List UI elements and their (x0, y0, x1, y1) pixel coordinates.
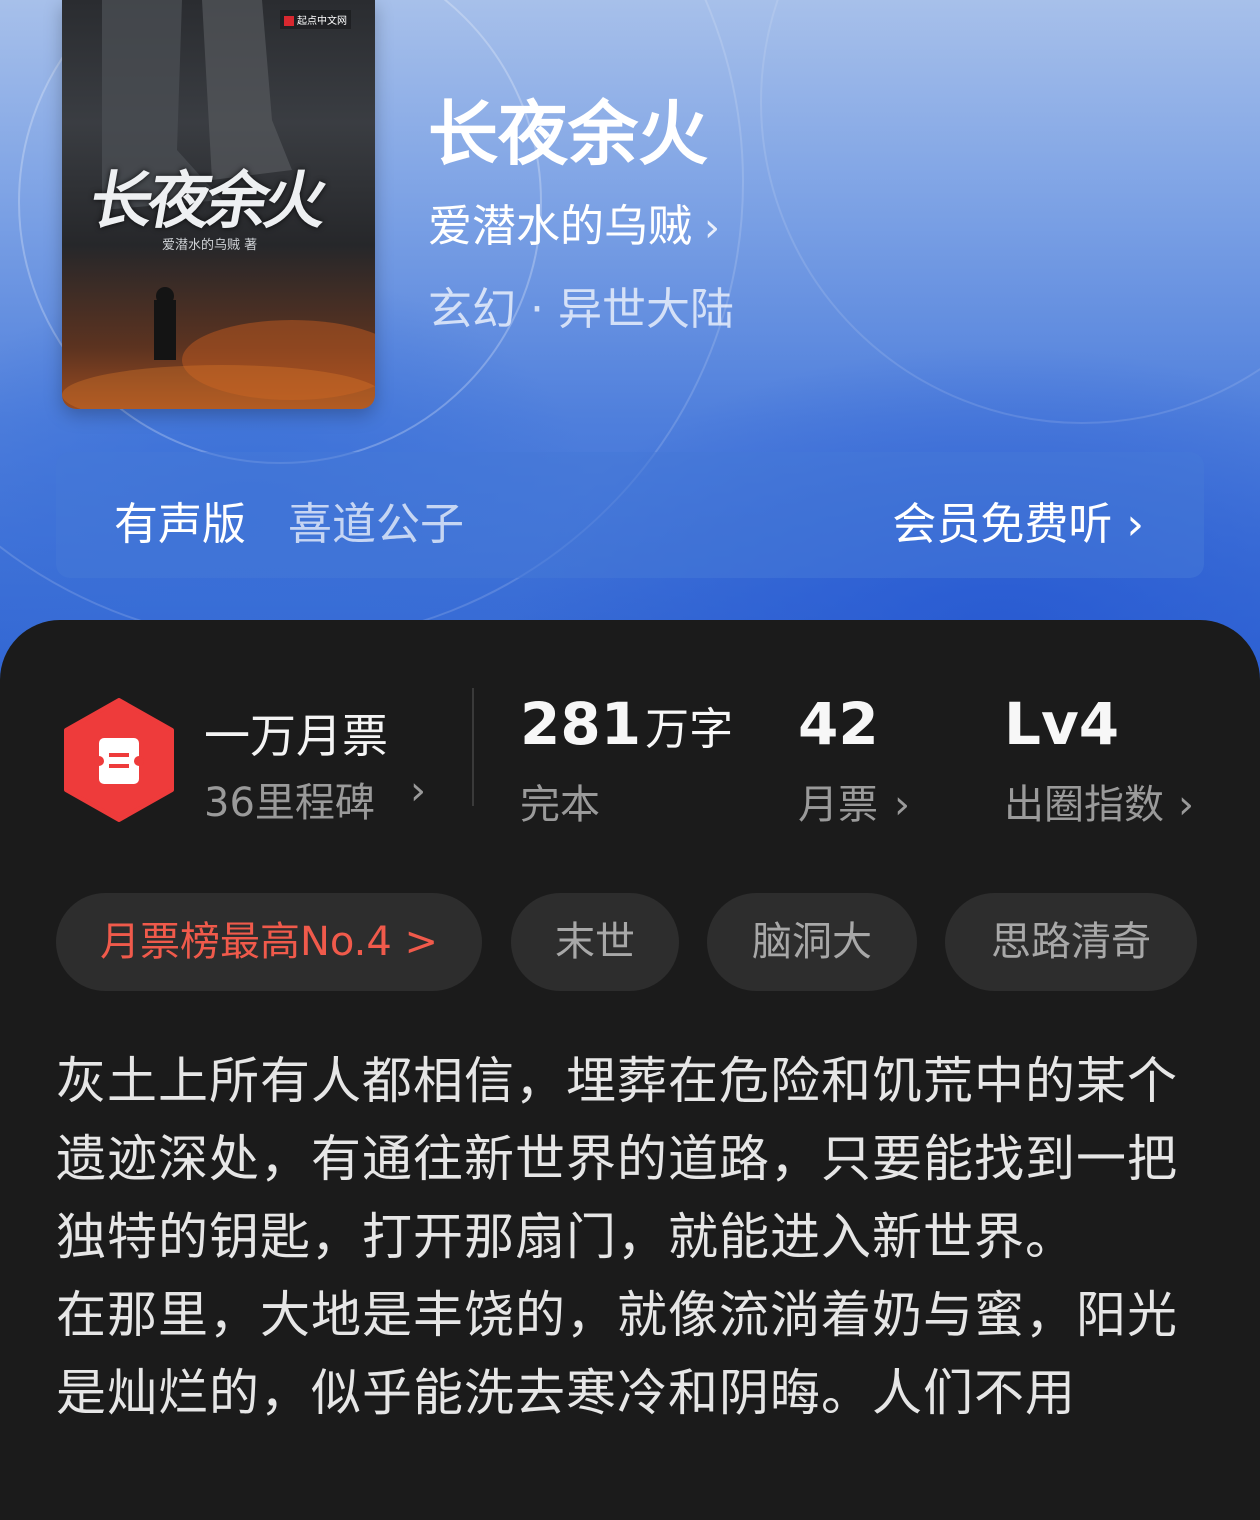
book-cover[interactable]: 起点中文网 长夜余火 爱潜水的乌贼 著 (62, 0, 375, 409)
tag-chip[interactable]: 思路清奇 (945, 893, 1197, 991)
audio-label: 有声版 (114, 499, 246, 550)
synopsis-paragraph: 在那里，大地是丰饶的，就像流淌着奶与蜜，阳光是灿烂的，似乎能洗去寒冷和阴晦。人们… (56, 1286, 1178, 1422)
synopsis-paragraph: 灰土上所有人都相信，埋葬在危险和饥荒中的某个遗迹深处，有通往新世界的道路，只要能… (56, 1052, 1178, 1266)
author-name: 爱潜水的乌贼 (428, 201, 692, 252)
monthly-ticket-badge-icon (64, 698, 174, 822)
publisher-logo-icon (284, 16, 294, 26)
chevron-right-icon: › (410, 768, 426, 814)
milestone-title: 一万月票 (204, 709, 388, 763)
stat-label: 出圈指数 (1004, 782, 1164, 828)
chevron-right-icon: › (894, 782, 910, 828)
publisher-badge: 起点中文网 (280, 10, 351, 29)
stat-label: 完本 (520, 782, 600, 828)
tag-chip[interactable]: 末世 (511, 893, 679, 991)
stat-value: 42 (798, 690, 879, 758)
cover-author-art: 爱潜水的乌贼 著 (162, 238, 258, 253)
book-genre: 玄幻 · 异世大陆 (428, 284, 734, 335)
decorative-ring (760, 0, 1260, 424)
cover-title-art: 长夜余火 (84, 164, 330, 237)
audio-narrator: 喜道公子 (288, 499, 464, 550)
book-header: 起点中文网 长夜余火 爱潜水的乌贼 著 长夜余火 爱潜水的乌贼 › 玄幻 · 异世… (0, 0, 1260, 700)
milestone-subtitle: 36里程碑 (204, 780, 375, 826)
stat-value: 281 (520, 690, 642, 758)
listen-free-button[interactable]: 会员免费听 › (892, 488, 1144, 552)
stat-label: 月票 (798, 782, 878, 828)
divider (472, 688, 474, 806)
stat-value: Lv4 (1004, 690, 1120, 758)
chevron-right-icon: › (1126, 499, 1144, 550)
synopsis[interactable]: 灰土上所有人都相信，埋葬在危险和饥荒中的某个遗迹深处，有通往新世界的道路，只要能… (56, 1042, 1206, 1432)
book-title: 长夜余火 (428, 92, 708, 175)
chevron-right-icon: › (704, 205, 720, 251)
chevron-right-icon: › (1178, 782, 1194, 828)
audio-version-bar[interactable]: 有声版 喜道公子 会员免费听 › (56, 452, 1204, 578)
author-link[interactable]: 爱潜水的乌贼 › (428, 190, 720, 254)
tag-chip[interactable]: 脑洞大 (707, 893, 917, 991)
rank-tag[interactable]: 月票榜最高No.4 > (56, 893, 482, 991)
listen-free-label: 会员免费听 (892, 499, 1113, 550)
stat-unit: 万字 (645, 704, 734, 755)
